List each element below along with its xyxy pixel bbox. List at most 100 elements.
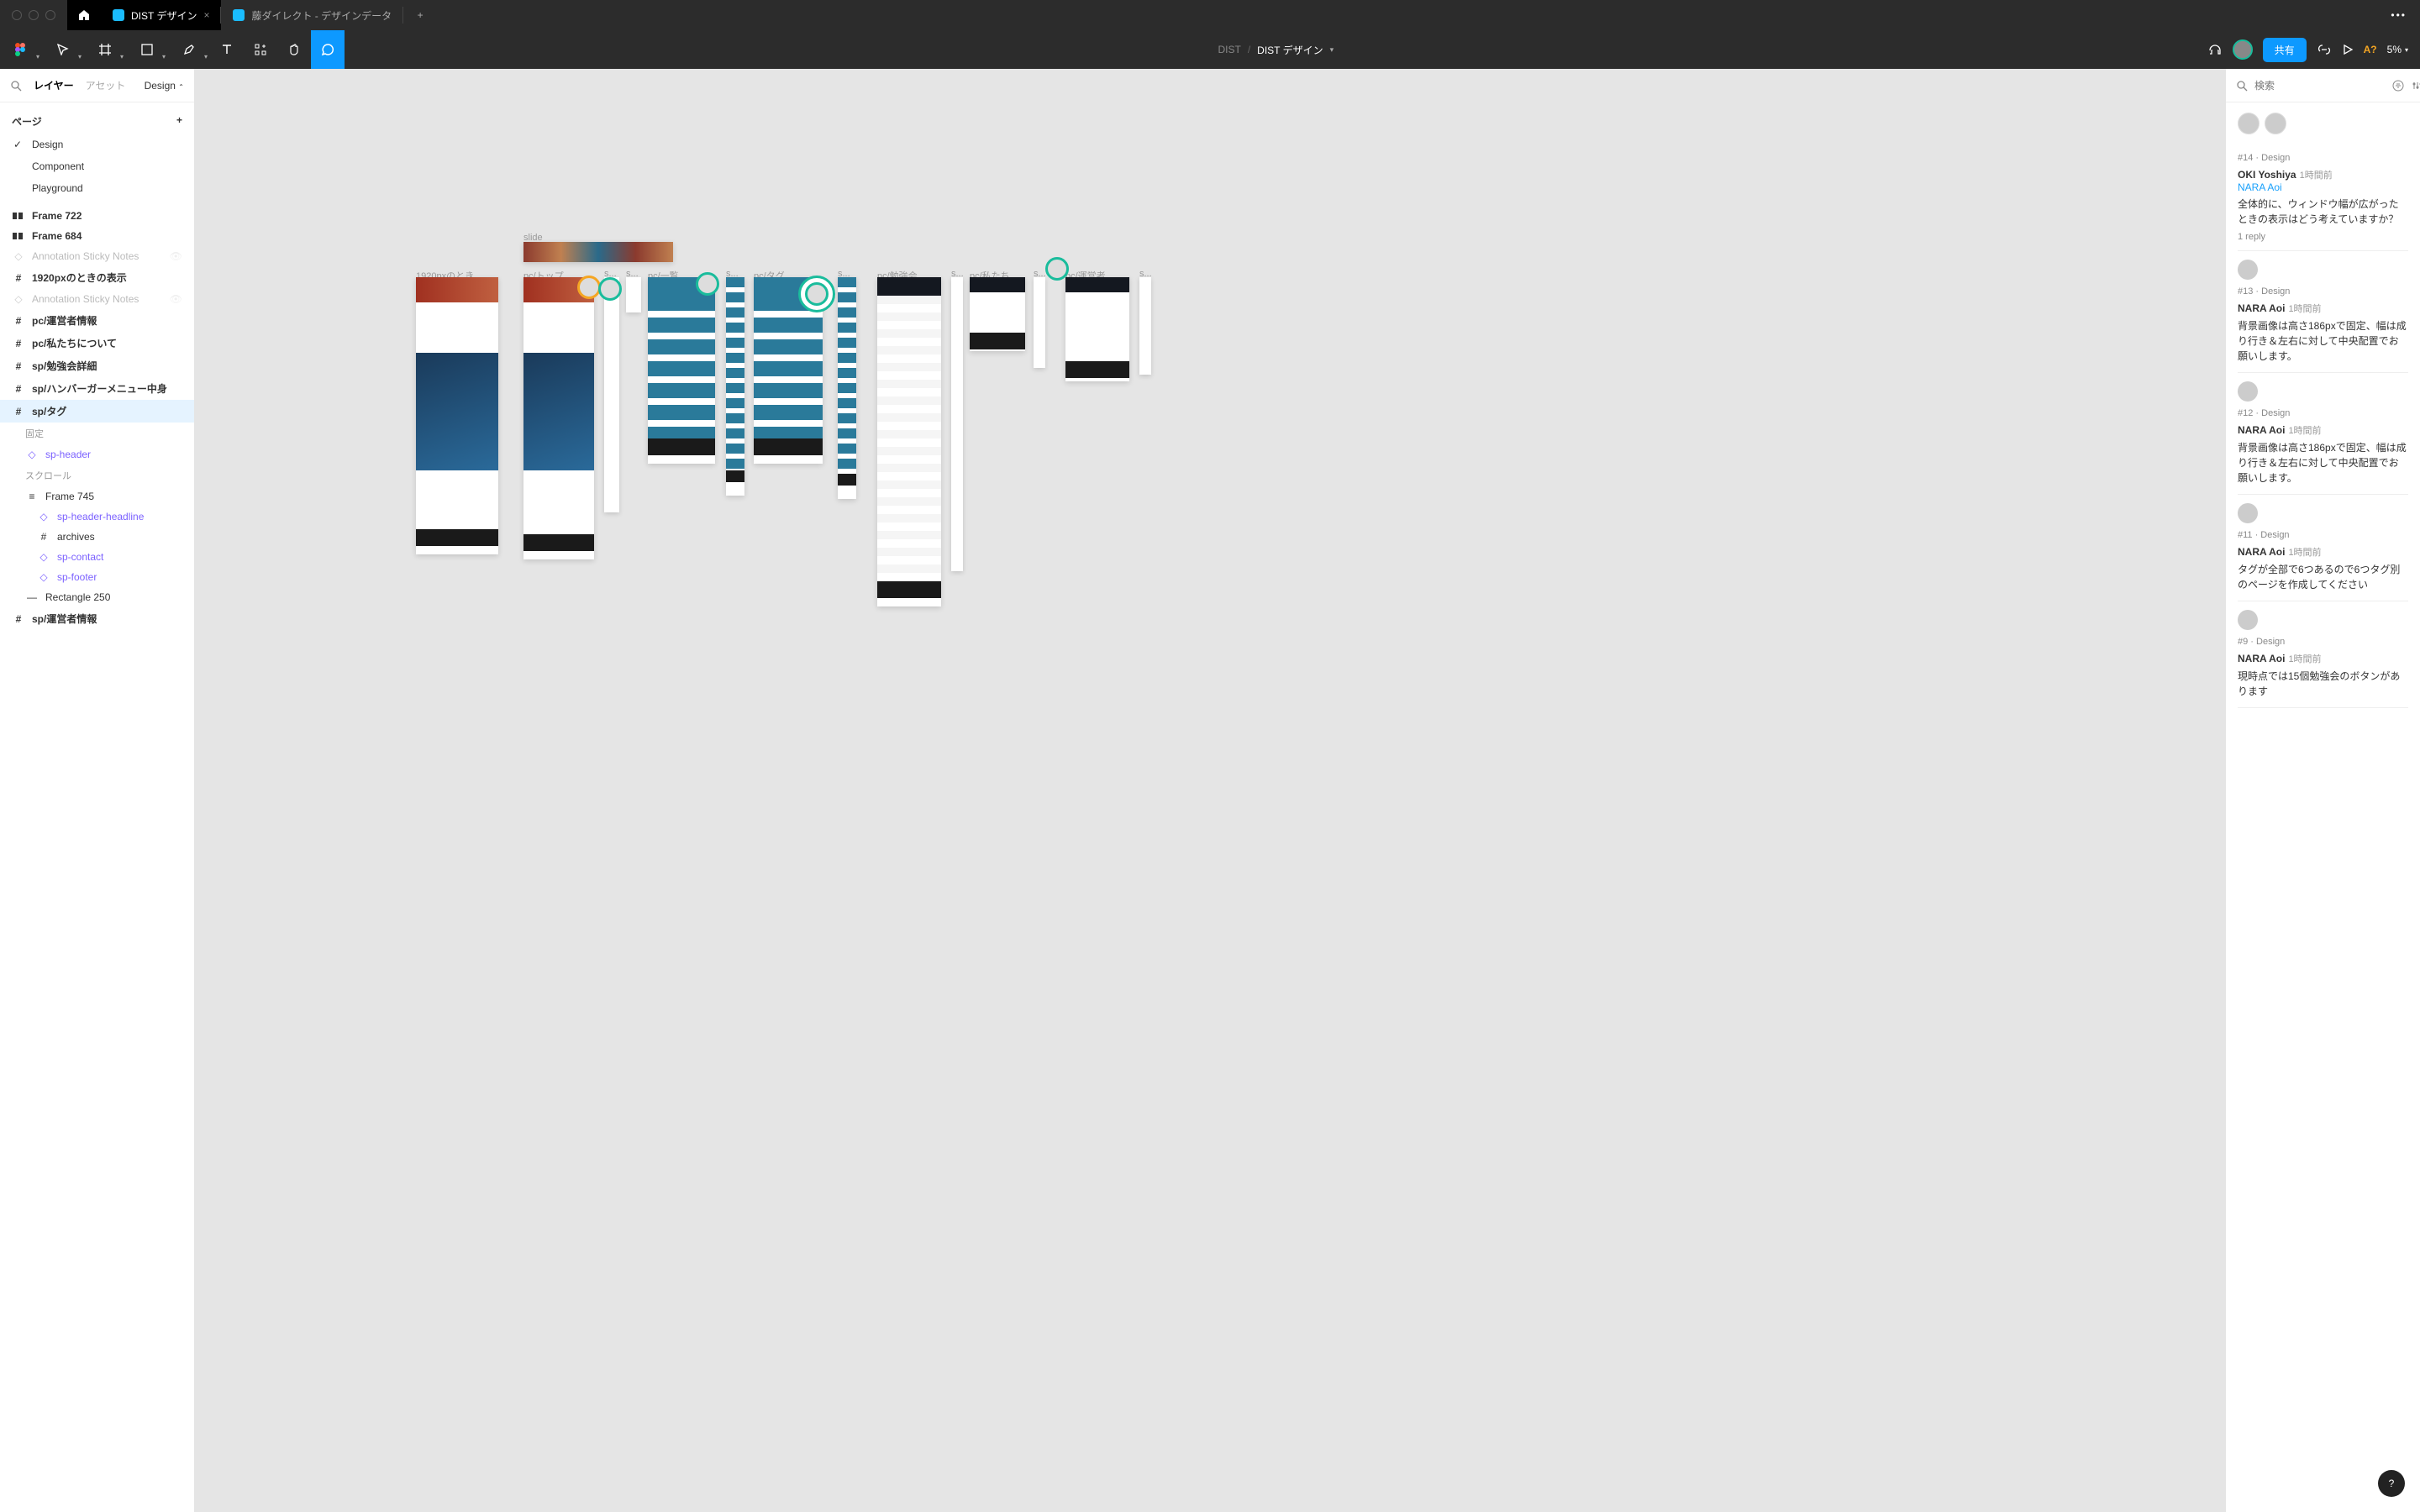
frame-sp-5[interactable] bbox=[951, 277, 963, 571]
comment-meta: #12 · Design bbox=[2238, 408, 2408, 418]
frame-sp-2[interactable] bbox=[626, 277, 641, 312]
hidden-icon[interactable]: 👁 bbox=[170, 293, 182, 305]
breadcrumb-file[interactable]: DIST デザイン bbox=[1257, 43, 1323, 57]
audio-button[interactable] bbox=[2207, 42, 2223, 57]
frame-pc-about[interactable] bbox=[970, 277, 1025, 351]
add-page-button[interactable]: + bbox=[176, 114, 182, 129]
page-item-component[interactable]: Component bbox=[12, 155, 182, 177]
layer-item[interactable]: ≡Frame 745 bbox=[0, 486, 194, 507]
shape-tool[interactable]: ▾ bbox=[126, 30, 168, 69]
help-button[interactable]: ? bbox=[2378, 1470, 2405, 1497]
layer-item[interactable]: ◇sp-contact bbox=[0, 547, 194, 567]
page-item-playground[interactable]: Playground bbox=[12, 177, 182, 199]
move-tool[interactable]: ▾ bbox=[42, 30, 84, 69]
layers-tab[interactable]: レイヤー bbox=[34, 78, 74, 92]
avatar[interactable] bbox=[2238, 113, 2260, 134]
layer-label: 1920pxのときの表示 bbox=[32, 270, 127, 285]
hidden-icon[interactable]: 👁 bbox=[170, 250, 182, 262]
comment-thread[interactable]: #9 · DesignNARA Aoi1時間前現時点では15個勉強会のボタンがあ… bbox=[2238, 601, 2408, 708]
comment-thread[interactable]: #14 · DesignOKI Yoshiya1時間前NARA Aoi全体的に、… bbox=[2238, 144, 2408, 251]
component-icon: ◇ bbox=[37, 511, 50, 522]
comment-search-input[interactable] bbox=[2254, 80, 2385, 92]
layer-item[interactable]: 固定 bbox=[0, 423, 194, 444]
resources-tool[interactable] bbox=[244, 30, 277, 69]
comment-tool[interactable] bbox=[311, 30, 345, 69]
layer-item[interactable]: ◇Annotation Sticky Notes👁 bbox=[0, 246, 194, 266]
sort-icon[interactable] bbox=[2391, 79, 2405, 92]
frame-icon: # bbox=[12, 338, 25, 349]
layer-item[interactable]: #1920pxのときの表示 bbox=[0, 266, 194, 289]
page-item-design[interactable]: ✓Design bbox=[12, 134, 182, 155]
present-button[interactable] bbox=[2342, 44, 2354, 55]
layer-label: sp/運営者情報 bbox=[32, 612, 97, 626]
chevron-down-icon[interactable]: ▾ bbox=[1330, 45, 1334, 55]
frame-sp-7[interactable] bbox=[1139, 277, 1151, 375]
layer-item[interactable]: # pc/私たちについて bbox=[0, 332, 194, 354]
frame-pc-study[interactable] bbox=[877, 277, 941, 606]
layer-item[interactable]: #archives bbox=[0, 527, 194, 547]
layer-item[interactable]: スクロール bbox=[0, 465, 194, 486]
comment-thread[interactable]: #11 · DesignNARA Aoi1時間前タグが全部で6つあるので6つタグ… bbox=[2238, 495, 2408, 601]
comment-thread[interactable]: #12 · DesignNARA Aoi1時間前背景画像は高さ186pxで固定、… bbox=[2238, 373, 2408, 495]
frame-sp-1[interactable] bbox=[604, 277, 619, 512]
zoom-control[interactable]: 5% ▾ bbox=[2387, 44, 2408, 55]
layer-item[interactable]: Frame 684 bbox=[0, 226, 194, 246]
layer-item[interactable]: #sp/タグ bbox=[0, 400, 194, 423]
play-icon bbox=[2342, 44, 2354, 55]
frame-sp-6[interactable] bbox=[1034, 277, 1045, 368]
layer-label: Frame 684 bbox=[32, 230, 82, 242]
filter-icon[interactable] bbox=[2412, 80, 2420, 92]
frame-1920[interactable] bbox=[416, 277, 498, 554]
home-tab[interactable] bbox=[67, 0, 101, 30]
frame-sp-4[interactable] bbox=[838, 277, 856, 499]
comment-meta: #14 · Design bbox=[2238, 153, 2408, 163]
layer-label: pc/私たちについて bbox=[32, 336, 117, 350]
menu-button[interactable]: ••• bbox=[2377, 9, 2420, 21]
layer-item[interactable]: ◇sp-header bbox=[0, 444, 194, 465]
pen-tool[interactable]: ▾ bbox=[168, 30, 210, 69]
frame-tool[interactable]: ▾ bbox=[84, 30, 126, 69]
layer-label: sp/勉強会詳細 bbox=[32, 359, 97, 373]
layer-item[interactable]: Frame 722 bbox=[0, 206, 194, 226]
frame-pc-list[interactable] bbox=[648, 277, 715, 464]
tab-dist-design[interactable]: DIST デザイン × bbox=[101, 0, 221, 30]
comment-thread[interactable]: #13 · DesignNARA Aoi1時間前背景画像は高さ186pxで固定、… bbox=[2238, 251, 2408, 373]
layer-item[interactable]: ◇Annotation Sticky Notes👁 bbox=[0, 289, 194, 309]
layer-label: sp/ハンバーガーメニュー中身 bbox=[32, 381, 167, 396]
tab-fuji-direct[interactable]: 藤ダイレクト - デザインデータ bbox=[221, 0, 403, 30]
share-button[interactable]: 共有 bbox=[2263, 38, 2307, 62]
comment-reply-count[interactable]: 1 reply bbox=[2238, 232, 2408, 242]
home-icon bbox=[77, 8, 91, 22]
main-menu[interactable]: ▾ bbox=[0, 30, 42, 69]
layer-label: Annotation Sticky Notes bbox=[32, 250, 139, 262]
multiplayer-cursor bbox=[577, 276, 601, 299]
frame-slide[interactable] bbox=[523, 242, 673, 262]
user-avatar[interactable] bbox=[2233, 39, 2253, 60]
layer-item[interactable]: #sp/勉強会詳細 bbox=[0, 354, 194, 377]
assets-tab[interactable]: アセット bbox=[86, 78, 126, 92]
avatar[interactable] bbox=[2265, 113, 2286, 134]
hand-tool[interactable] bbox=[277, 30, 311, 69]
text-tool[interactable] bbox=[210, 30, 244, 69]
dev-mode-button[interactable] bbox=[2317, 42, 2332, 57]
page-selector[interactable]: Design ⌃ bbox=[145, 80, 184, 92]
frame-pc-admin[interactable] bbox=[1065, 277, 1129, 381]
search-icon[interactable] bbox=[10, 80, 22, 92]
frame-pc-top[interactable] bbox=[523, 277, 594, 559]
search-icon bbox=[2236, 80, 2248, 92]
canvas[interactable]: slide1920pxのとき...pc/トップ...s...s...pc/一覧s… bbox=[195, 69, 2225, 1512]
layer-item[interactable]: #pc/運営者情報 bbox=[0, 309, 194, 332]
layer-item[interactable]: #sp/運営者情報 bbox=[0, 607, 194, 630]
missing-fonts[interactable]: A? bbox=[2364, 44, 2377, 55]
layer-item[interactable]: ◇sp-footer bbox=[0, 567, 194, 587]
avatar bbox=[2238, 260, 2258, 280]
close-icon[interactable]: × bbox=[203, 9, 209, 21]
layer-item[interactable]: ◇sp-header-headline bbox=[0, 507, 194, 527]
breadcrumb-team[interactable]: DIST bbox=[1218, 44, 1240, 55]
frame-sp-3[interactable] bbox=[726, 277, 744, 496]
window-traffic-lights[interactable] bbox=[0, 10, 67, 20]
comment-mention: NARA Aoi bbox=[2238, 181, 2408, 193]
layer-item[interactable]: —Rectangle 250 bbox=[0, 587, 194, 607]
layer-item[interactable]: #sp/ハンバーガーメニュー中身 bbox=[0, 377, 194, 400]
add-tab-button[interactable]: + bbox=[403, 9, 437, 21]
